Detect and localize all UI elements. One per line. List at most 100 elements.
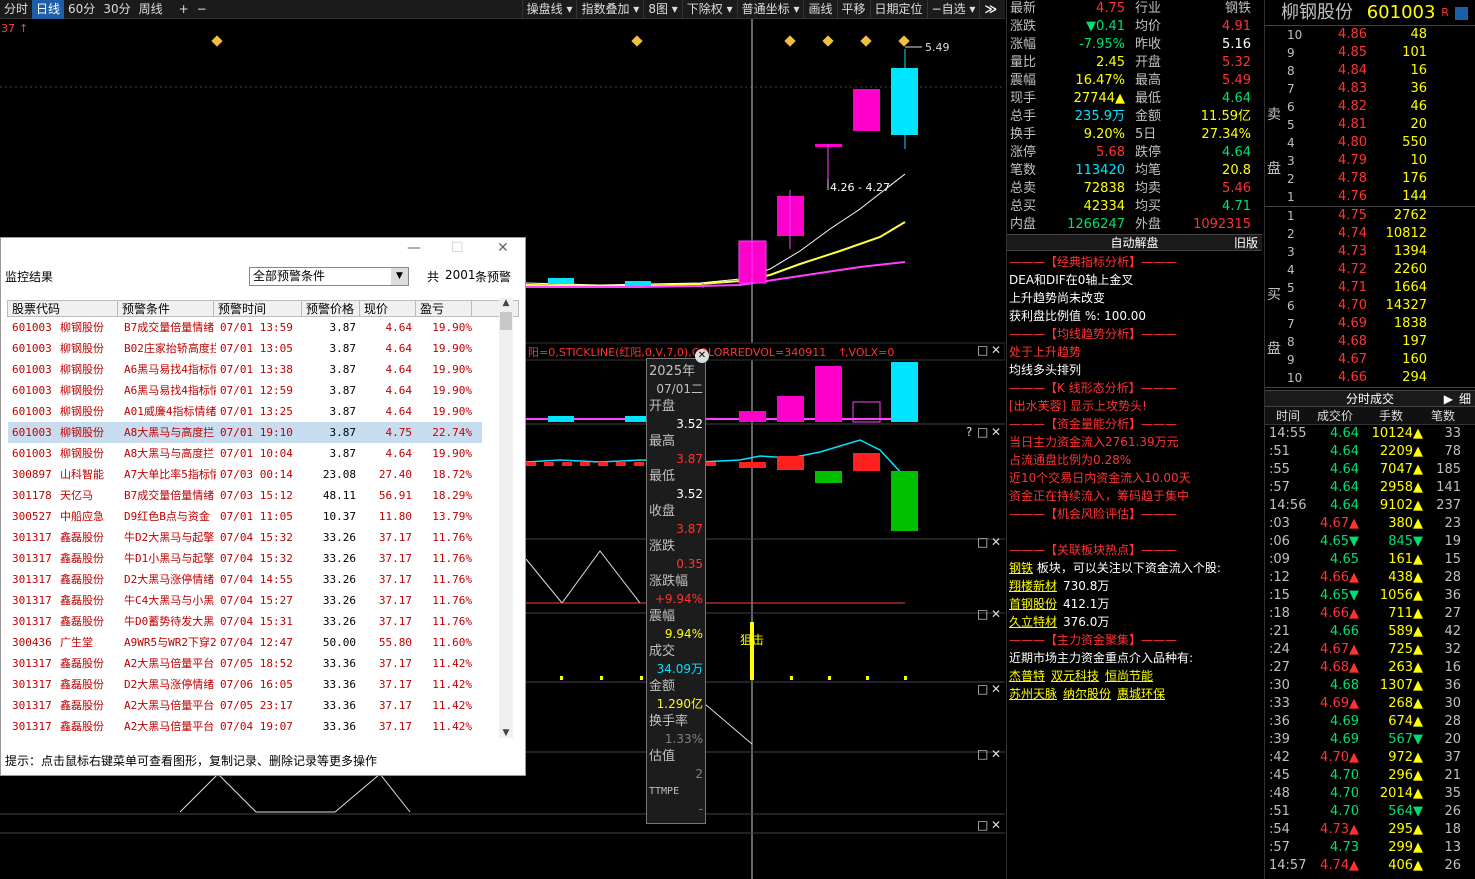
period-tab-3[interactable]: 30分 bbox=[99, 0, 134, 19]
tick-count: 141 bbox=[1436, 480, 1461, 495]
scroll-thumb[interactable] bbox=[500, 312, 512, 330]
toolbar-menu-0[interactable]: 操盘线 ▾ bbox=[521, 0, 577, 19]
tick-time: :09 bbox=[1269, 552, 1290, 567]
tick-count: 78 bbox=[1444, 444, 1461, 459]
close-icon[interactable]: ✕ bbox=[695, 349, 709, 363]
bid-row: 4 4.72 2260 bbox=[1279, 261, 1475, 279]
toolbar-menu-8[interactable]: −自选 ▾ bbox=[926, 0, 980, 19]
flow-stock-link[interactable]: 久立特材 bbox=[1009, 615, 1057, 629]
tick-count: 18 bbox=[1444, 822, 1461, 837]
toolbar-menu-7[interactable]: 日期定位 bbox=[869, 0, 927, 19]
period-tab-4[interactable]: 周线 bbox=[135, 0, 167, 19]
ticks-column-header: 时间 成交价 手数 笔数 bbox=[1265, 407, 1475, 425]
level: 7 bbox=[1287, 317, 1295, 331]
table-row[interactable]: 301317 鑫磊股份 A2大黑马倍量平台 07/04 19:07 33.36 37.17… bbox=[8, 716, 482, 737]
table-cell: 07/04 15:31 bbox=[220, 615, 293, 628]
minus-button[interactable]: − bbox=[193, 0, 211, 19]
table-row[interactable]: 601003 柳钢股份 B02庄家抬轿高度拦 07/01 13:05 3.87 4.64 1… bbox=[8, 338, 482, 359]
tooltip-value: +9.94% bbox=[654, 592, 703, 606]
capital-stock-link[interactable]: 苏州天脉 bbox=[1009, 687, 1057, 701]
table-cell: A2大黑马倍量平台 bbox=[124, 699, 215, 712]
svg-text:✕: ✕ bbox=[991, 747, 1001, 761]
svg-text:□: □ bbox=[977, 607, 988, 621]
table-row[interactable]: 301317 鑫磊股份 牛D1小黑马与起擎 07/04 15:32 33.26 37.17… bbox=[8, 548, 482, 569]
tick-volume: 7047▲ bbox=[1379, 462, 1423, 477]
table-row[interactable]: 301317 鑫磊股份 牛D0蓄势待发大黑 07/04 15:31 33.26 37.17… bbox=[8, 611, 482, 632]
tick-price: 4.64 bbox=[1330, 444, 1359, 459]
table-row[interactable]: 301317 鑫磊股份 牛D2大黑马与起擎 07/04 15:32 33.26 37.17… bbox=[8, 527, 482, 548]
table-cell: 4.64 bbox=[385, 447, 413, 460]
table-row[interactable]: 601003 柳钢股份 A8大黑马与高度拦 07/01 10:04 3.87 4.64 19… bbox=[8, 443, 482, 464]
period-tab-1[interactable]: 日线 bbox=[32, 0, 65, 19]
table-row[interactable]: 601003 柳钢股份 A6黑马易找4指标情 07/01 12:59 3.87 4.64 1… bbox=[8, 380, 482, 401]
table-row[interactable]: 301317 鑫磊股份 D2大黑马涨停情绪 07/06 16:05 33.36 37.17… bbox=[8, 674, 482, 695]
column-header[interactable]: 预警时间 bbox=[214, 301, 302, 316]
period-tab-2[interactable]: 60分 bbox=[64, 0, 99, 19]
toolbar-menu-6[interactable]: 平移 bbox=[836, 0, 870, 19]
table-row[interactable]: 601003 柳钢股份 A01威廉4指标情绪 07/01 13:25 3.87 4.64 1… bbox=[8, 401, 482, 422]
quote-value: 27744▲ bbox=[1073, 91, 1125, 106]
table-row[interactable]: 301317 鑫磊股份 A2大黑马倍量平台 07/05 18:52 33.36 37.17… bbox=[8, 653, 482, 674]
svg-text:□: □ bbox=[977, 818, 988, 832]
tick-time: :51 bbox=[1269, 444, 1290, 459]
capital-stock-link[interactable]: 惠城环保 bbox=[1117, 687, 1165, 701]
analysis-line: DEA和DIF在0轴上金叉 bbox=[1009, 273, 1134, 287]
table-row[interactable]: 301317 鑫磊股份 D2大黑马涨停情绪 07/04 14:55 33.26 37.17… bbox=[8, 569, 482, 590]
table-row[interactable]: 301317 鑫磊股份 A2大黑马倍量平台 07/05 23:17 33.36 37.17… bbox=[8, 695, 482, 716]
quote-value: 9.20% bbox=[1083, 127, 1125, 142]
column-header[interactable]: 股票代码 bbox=[8, 301, 118, 316]
toolbar-menu-1[interactable]: 指数叠加 ▾ bbox=[576, 0, 643, 19]
table-row[interactable]: 601003 柳钢股份 A8大黑马与高度拦 07/01 19:10 3.87 4.75 22… bbox=[8, 422, 482, 443]
table-row[interactable]: 601003 柳钢股份 B7成交量倍量情绪 07/01 13:59 3.87 4.64 19… bbox=[8, 317, 482, 338]
toolbar-menu-2[interactable]: 8图 ▾ bbox=[643, 0, 681, 19]
tick-price: 4.65▼ bbox=[1320, 534, 1359, 549]
flow-stock-link[interactable]: 翔楼新材 bbox=[1009, 579, 1057, 593]
table-row[interactable]: 300436 广生堂 A9WR5与WR2下穿20 07/04 12:47 50.00 55… bbox=[8, 632, 482, 653]
close-icon[interactable]: ✕ bbox=[497, 240, 509, 256]
sector-link[interactable]: 钢铁 bbox=[1009, 561, 1033, 575]
calendar-icon[interactable] bbox=[1454, 6, 1468, 20]
flow-stock-link[interactable]: 首钢股份 bbox=[1009, 597, 1057, 611]
table-cell: 56.91 bbox=[378, 489, 412, 502]
tooltip-label: 估值 bbox=[649, 749, 676, 764]
tooltip-value: 34.09万 bbox=[656, 662, 703, 676]
table-row[interactable]: 301317 鑫磊股份 牛C4大黑马与小黑 07/04 15:27 33.26 37.17… bbox=[8, 590, 482, 611]
period-tab-0[interactable]: 分时 bbox=[0, 0, 32, 19]
column-header[interactable]: 盈亏 bbox=[416, 301, 472, 316]
table-row[interactable]: 601003 柳钢股份 A6黑马易找4指标情 07/01 13:38 3.87 4.64 1… bbox=[8, 359, 482, 380]
capital-stock-link[interactable]: 杰普特 bbox=[1009, 669, 1045, 683]
collapse-icon[interactable]: ≫ bbox=[979, 0, 1001, 19]
toolbar-menu-5[interactable]: 画线 bbox=[803, 0, 836, 19]
table-row[interactable]: 300527 中船应急 D9红色B点与资金 07/01 11:05 10.37 11.80… bbox=[8, 506, 482, 527]
level: 2 bbox=[1287, 172, 1295, 186]
column-header[interactable]: 现价 bbox=[360, 301, 416, 316]
capital-stock-link[interactable]: 恒尚节能 bbox=[1105, 669, 1153, 683]
quote-label: 涨幅 bbox=[1010, 37, 1037, 52]
chevron-down-icon[interactable]: ▼ bbox=[391, 268, 408, 285]
detail-button[interactable]: 细 bbox=[1459, 391, 1471, 408]
column-header[interactable]: 预警条件 bbox=[118, 301, 214, 316]
quote-row: 笔数 113420 均笔 20.8 bbox=[1007, 162, 1262, 180]
toolbar-menu-3[interactable]: 下除权 ▾ bbox=[681, 0, 737, 19]
capital-stock-link[interactable]: 纳尔股份 bbox=[1063, 687, 1111, 701]
level: 2 bbox=[1287, 227, 1295, 241]
table-row[interactable]: 300897 山科智能 A7大单比率5指标情 07/03 00:14 23.08 27.4… bbox=[8, 464, 482, 485]
table-cell: 33.26 bbox=[322, 615, 356, 628]
play-icon[interactable]: ▶ bbox=[1444, 391, 1453, 408]
column-header[interactable]: 预警价格 bbox=[302, 301, 360, 316]
table-row[interactable]: 301178 天亿马 B7成交量倍量情绪 07/03 15:12 48.11 56.91 1… bbox=[8, 485, 482, 506]
order-price: 4.79 bbox=[1338, 153, 1367, 168]
capital-stock-link[interactable]: 双元科技 bbox=[1051, 669, 1099, 683]
maximize-icon[interactable]: ☐ bbox=[451, 240, 464, 256]
table-cell: 37.17 bbox=[378, 531, 412, 544]
minimize-icon[interactable]: — bbox=[407, 240, 421, 256]
toolbar-menu-4[interactable]: 普通坐标 ▾ bbox=[736, 0, 804, 19]
table-cell: 301317 bbox=[12, 699, 52, 712]
table-cell: 07/01 13:25 bbox=[220, 405, 293, 418]
vertical-scrollbar[interactable]: ▲ ▼ bbox=[499, 298, 513, 738]
old-version-link[interactable]: 旧版 bbox=[1234, 235, 1258, 252]
table-cell: 07/01 13:38 bbox=[220, 363, 293, 376]
plus-button[interactable]: + bbox=[175, 0, 193, 19]
condition-filter-select[interactable]: 全部预警条件 ▼ bbox=[249, 267, 409, 286]
tick-price: 4.69▲ bbox=[1320, 696, 1359, 711]
